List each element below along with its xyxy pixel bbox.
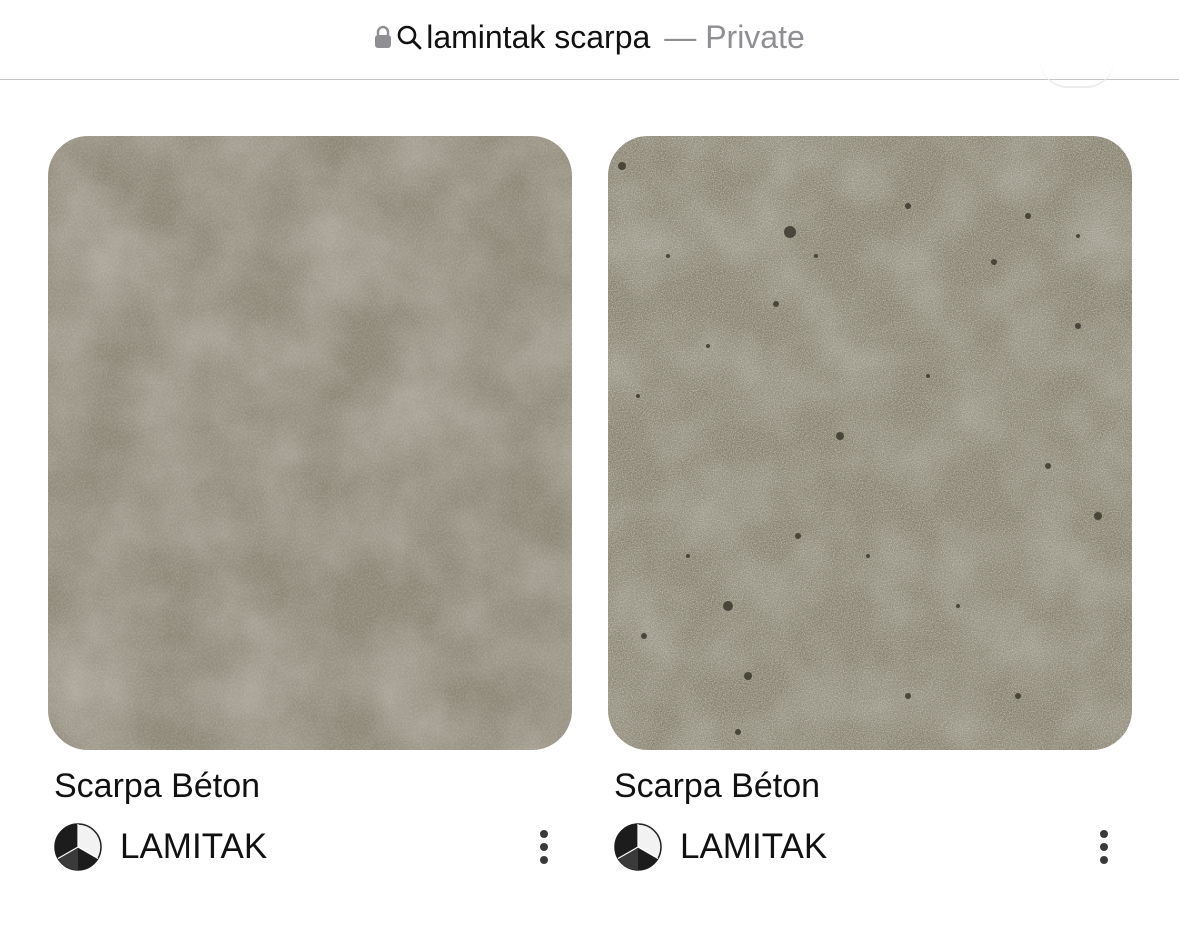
concrete-pit <box>905 693 911 699</box>
concrete-pit <box>836 432 844 440</box>
concrete-pit <box>1045 463 1051 469</box>
more-options-button[interactable] <box>1094 823 1114 871</box>
concrete-pit <box>723 601 733 611</box>
concrete-pit <box>686 554 690 558</box>
pin-creator-row: LAMITAK <box>614 823 1132 872</box>
concrete-pit <box>744 672 752 680</box>
concrete-pit <box>735 729 741 735</box>
concrete-pit <box>866 554 870 558</box>
lock-icon <box>375 25 392 48</box>
concrete-pit <box>1015 693 1021 699</box>
concrete-pit <box>773 301 779 307</box>
concrete-pit <box>784 226 796 238</box>
address-bar[interactable]: lamintak scarpa — Private <box>0 0 1179 80</box>
concrete-pit <box>1025 213 1031 219</box>
address-bar-content: lamintak scarpa — Private <box>374 21 805 53</box>
concrete-pit <box>905 203 911 209</box>
concrete-pit <box>706 344 710 348</box>
concrete-pit <box>926 374 930 378</box>
concrete-pit <box>666 254 670 258</box>
concrete-pit <box>1094 512 1102 520</box>
private-label: — Private <box>664 18 805 55</box>
concrete-pit <box>636 394 640 398</box>
pin-title[interactable]: Scarpa Béton <box>54 767 572 805</box>
floating-button-edge <box>1040 60 1114 88</box>
creator-avatar[interactable] <box>614 823 662 872</box>
concrete-pit <box>795 533 801 539</box>
concrete-texture-image <box>48 136 572 750</box>
concrete-pit <box>641 633 647 639</box>
pin-creator-row: LAMITAK <box>54 823 572 872</box>
more-vertical-icon <box>540 830 548 865</box>
pin-image[interactable] <box>608 136 1132 750</box>
creator-avatar[interactable] <box>54 823 102 872</box>
concrete-pit <box>814 254 818 258</box>
pin-title[interactable]: Scarpa Béton <box>614 767 1132 805</box>
more-vertical-icon <box>1100 830 1108 865</box>
concrete-pit <box>1075 323 1081 329</box>
pin-card[interactable]: Scarpa Béton LAMITAK <box>608 136 1132 872</box>
concrete-pit <box>618 162 626 170</box>
more-options-button[interactable] <box>534 823 554 871</box>
search-icon <box>397 25 422 49</box>
pin-image[interactable] <box>48 136 572 750</box>
concrete-texture-image <box>608 136 1132 750</box>
concrete-pit <box>1076 234 1080 238</box>
concrete-pit <box>956 604 960 608</box>
creator-name[interactable]: LAMITAK <box>680 827 827 867</box>
creator-name[interactable]: LAMITAK <box>120 827 267 867</box>
pin-card[interactable]: Scarpa Béton LAMITAK <box>48 136 572 872</box>
concrete-pit <box>991 259 997 265</box>
search-query[interactable]: lamintak scarpa <box>426 21 650 53</box>
